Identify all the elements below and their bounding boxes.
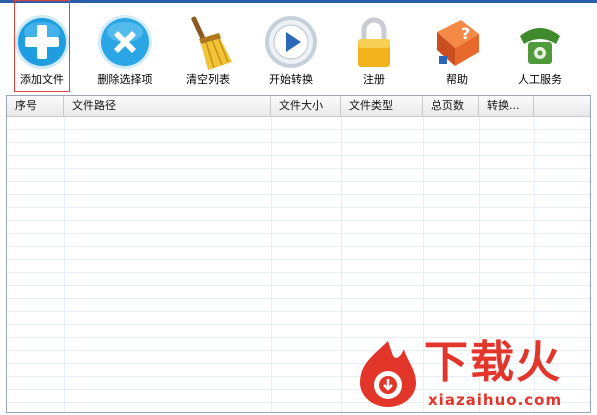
table-row	[7, 143, 590, 156]
human-service-button[interactable]: 人工服务	[500, 3, 580, 89]
broom-icon	[191, 16, 232, 70]
clear-list-label: 清空列表	[186, 73, 230, 86]
svg-text:?: ?	[461, 24, 470, 43]
add-file-label: 添加文件	[20, 73, 64, 86]
column-header-index[interactable]: 序号	[7, 96, 64, 116]
delete-selected-button[interactable]: 删除选择项	[85, 3, 165, 89]
table-row	[7, 299, 590, 312]
human-service-label: 人工服务	[518, 73, 562, 86]
column-header-type[interactable]: 文件类型	[341, 96, 423, 116]
table-row	[7, 234, 590, 247]
toolbar: 添加文件 删除选择项 清空列表 开始转换 注册 ? 帮助 人工服务	[0, 0, 597, 92]
column-header-size[interactable]: 文件大小	[271, 96, 341, 116]
file-list-body	[7, 117, 590, 412]
column-header-convert[interactable]: 转换...	[479, 96, 534, 116]
table-row	[7, 273, 590, 286]
help-label: 帮助	[446, 73, 468, 86]
help-button[interactable]: ? 帮助	[417, 3, 497, 89]
table-row	[7, 403, 590, 412]
table-row	[7, 130, 590, 143]
lock-icon	[358, 17, 390, 67]
table-row	[7, 208, 590, 221]
table-row	[7, 169, 590, 182]
table-row	[7, 377, 590, 390]
table-row	[7, 182, 590, 195]
table-row	[7, 195, 590, 208]
telephone-icon	[520, 28, 560, 64]
table-row	[7, 364, 590, 377]
table-row	[7, 351, 590, 364]
help-book-icon: ?	[437, 20, 479, 66]
x-circle-icon	[98, 15, 152, 69]
clear-list-button[interactable]: 清空列表	[168, 3, 248, 89]
table-row	[7, 338, 590, 351]
start-convert-label: 开始转换	[269, 73, 313, 86]
table-row	[7, 156, 590, 169]
table-row	[7, 247, 590, 260]
delete-selected-label: 删除选择项	[97, 73, 153, 86]
table-row	[7, 260, 590, 273]
file-list-table[interactable]: 序号 文件路径 文件大小 文件类型 总页数 转换...	[6, 95, 591, 413]
table-row	[7, 325, 590, 338]
plus-circle-icon	[15, 15, 69, 69]
table-row	[7, 221, 590, 234]
table-row	[7, 312, 590, 325]
register-button[interactable]: 注册	[334, 3, 414, 89]
add-file-button[interactable]: 添加文件	[2, 3, 82, 89]
table-row	[7, 117, 590, 130]
table-row	[7, 286, 590, 299]
table-row	[7, 390, 590, 403]
start-convert-button[interactable]: 开始转换	[251, 3, 331, 89]
column-header-path[interactable]: 文件路径	[64, 96, 271, 116]
column-header-pages[interactable]: 总页数	[423, 96, 479, 116]
play-icon	[265, 16, 317, 68]
file-list-header: 序号 文件路径 文件大小 文件类型 总页数 转换...	[7, 96, 590, 117]
register-label: 注册	[363, 73, 385, 86]
